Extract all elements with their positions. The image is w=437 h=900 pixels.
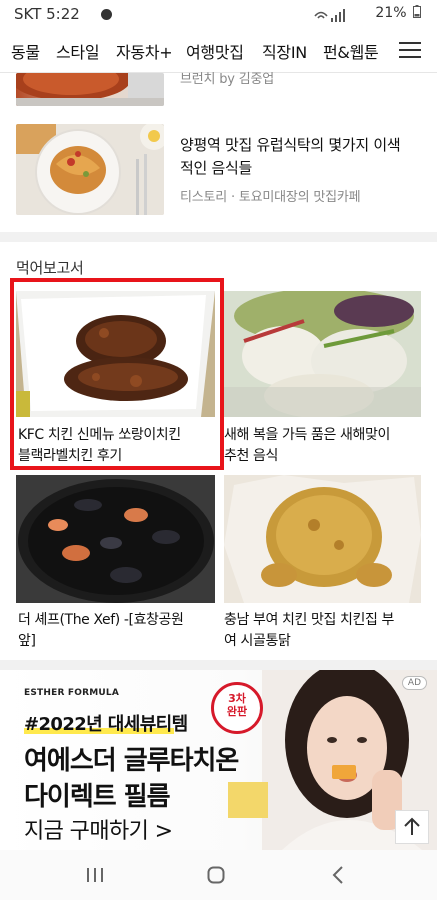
category-nav: 동물 스타일 자동차+ 여행맛집 직장IN 펀&웹툰 [0, 28, 437, 73]
article-title[interactable]: 양평역 맛집 유럽식탁의 몇가지 이색 적인 음식들 [180, 134, 401, 180]
recent-apps-icon[interactable] [86, 867, 104, 883]
status-bar: SKT 5:22 21% [0, 0, 437, 28]
nav-item-style[interactable]: 스타일 [56, 39, 100, 63]
section-title: 먹어보고서 [16, 259, 84, 277]
ad-product-image [228, 782, 268, 818]
carrier-time: SKT 5:22 [14, 5, 80, 23]
card-image-the-xef[interactable] [16, 475, 215, 603]
ad-badge: 3차 완판 [211, 682, 263, 734]
ad-headline-line1: 여에스더 글루타치온 [24, 746, 239, 776]
article-source: 티스토리 · 토요미대장의 맛집카페 [180, 190, 361, 205]
card-caption[interactable]: KFC 치킨 신메뉴 쏘랑이치킨 블랙라벨치킨 후기 [18, 425, 181, 467]
ad-headline-line2: 다이렉트 필름 [24, 782, 171, 812]
section-divider [0, 232, 437, 242]
card-caption-line2: 블랙라벨치킨 후기 [18, 448, 122, 464]
ad-cta[interactable]: 지금 구매하기 > [24, 813, 173, 845]
arrow-up-icon[interactable] [395, 810, 429, 844]
card-caption[interactable]: 새해 복을 가득 품은 새해맞이 추천 음식 [224, 425, 390, 467]
article-title-line1: 양평역 맛집 유럽식탁의 몇가지 이색 [180, 136, 401, 154]
ad-badge-line1: 3차 [228, 692, 246, 705]
card-image-buyeo-chicken[interactable] [224, 475, 421, 603]
ad-banner[interactable]: ESTHER FORMULA #2022년 대세뷰티템 여에스더 글루타치온 다… [0, 670, 437, 850]
home-icon[interactable] [207, 866, 225, 884]
ad-label[interactable]: AD [401, 676, 427, 690]
battery-icon [413, 5, 421, 18]
ad-tagline: #2022년 대세뷰티템 [24, 714, 188, 735]
system-nav-bar [0, 850, 437, 900]
nav-item-work[interactable]: 직장IN [262, 39, 307, 63]
card-caption-line2: 앞] [18, 633, 36, 649]
card-caption-line1: 새해 복을 가득 품은 새해맞이 [224, 427, 390, 443]
card-image-newyear-food[interactable] [224, 291, 421, 417]
card-caption[interactable]: 충남 부여 치킨 맛집 치킨집 부 여 시골통닭 [224, 610, 394, 652]
nav-item-fun-webtoon[interactable]: 펀&웹툰 [323, 39, 379, 63]
article-thumbnail[interactable] [16, 73, 164, 106]
section-divider [0, 660, 437, 670]
ad-badge-line2: 완판 [226, 705, 248, 718]
battery-percent: 21% [375, 5, 407, 21]
card-caption-line1: KFC 치킨 신메뉴 쏘랑이치킨 [18, 427, 181, 443]
nav-item-animals[interactable]: 동물 [11, 39, 40, 63]
hamburger-menu-icon[interactable] [399, 42, 421, 58]
card-caption-line2: 추천 음식 [224, 448, 278, 464]
card-caption[interactable]: 더 셰프(The Xef) -[효창공원 앞] [18, 610, 184, 652]
card-caption-line1: 더 셰프(The Xef) -[효창공원 [18, 612, 184, 628]
notification-icon [101, 9, 112, 20]
battery-indicator: 21% [375, 5, 421, 21]
signal-icon [314, 9, 345, 22]
nav-item-cars[interactable]: 자동차+ [116, 39, 173, 63]
nav-item-travel-food[interactable]: 여행맛집 [186, 39, 244, 63]
ad-brand: ESTHER FORMULA [24, 688, 120, 698]
back-icon[interactable] [332, 866, 344, 884]
card-caption-line2: 여 시골통닭 [224, 633, 291, 649]
article-thumbnail[interactable] [16, 124, 164, 215]
card-caption-line1: 충남 부여 치킨 맛집 치킨집 부 [224, 612, 395, 628]
article-source: 브런치 by 김중업 [180, 72, 274, 87]
article-title-line2: 적인 음식들 [180, 159, 252, 177]
